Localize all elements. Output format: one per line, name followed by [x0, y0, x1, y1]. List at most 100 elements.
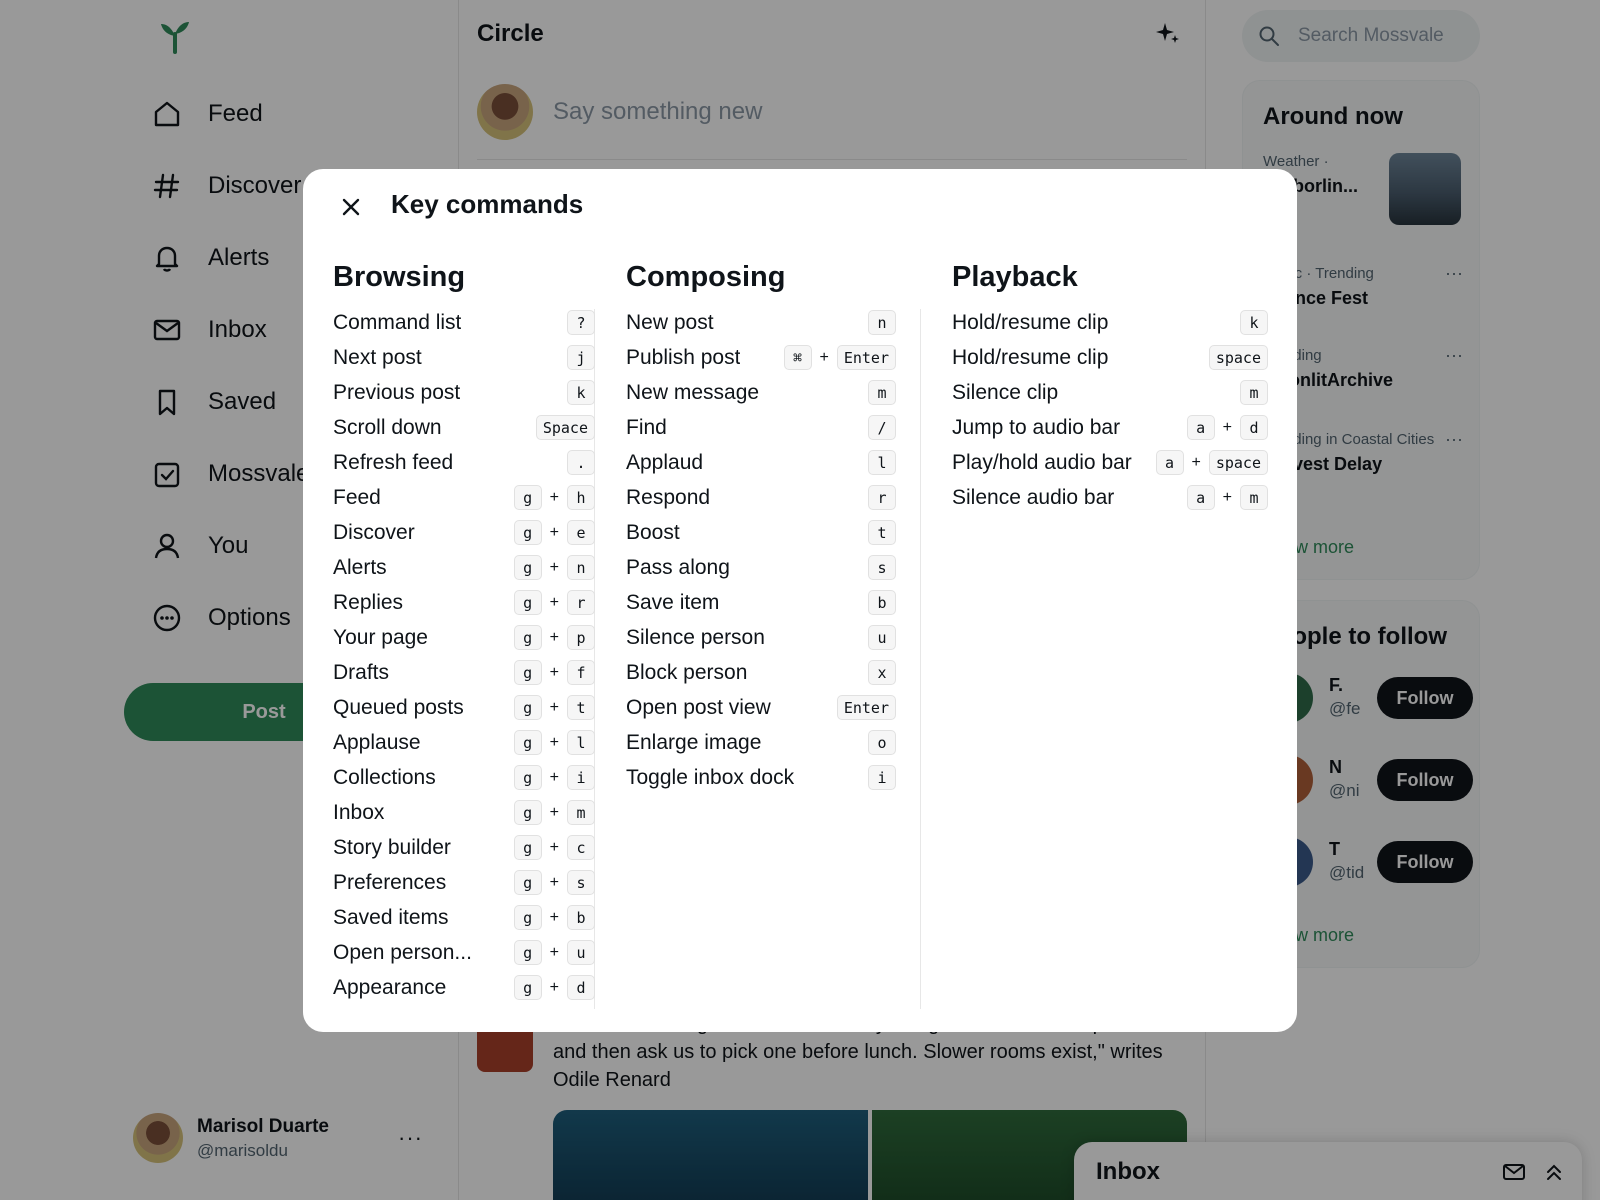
keycap: g: [513, 625, 542, 650]
key-plus: +: [549, 558, 559, 576]
keycap: i: [567, 765, 595, 790]
key-plus: +: [549, 803, 559, 821]
close-button[interactable]: [331, 187, 371, 227]
keycap: g: [513, 730, 542, 755]
section-title: Composing: [626, 261, 786, 293]
shortcut-label: Jump to audio bar: [952, 415, 1121, 439]
close-icon: [342, 198, 360, 216]
shortcut-keys: k: [567, 380, 595, 405]
key-plus: +: [549, 838, 559, 856]
key-plus: +: [549, 908, 559, 926]
keycap: a: [1186, 485, 1215, 510]
key-plus: +: [549, 978, 559, 996]
shortcut-row: Refresh feed.: [333, 445, 595, 480]
shortcut-label: Open person...: [333, 940, 472, 964]
shortcut-keys: Enter: [836, 695, 896, 720]
shortcut-label: Applause: [333, 730, 421, 754]
shortcut-row: Boost t: [626, 515, 896, 550]
keycap: Space: [535, 415, 595, 440]
shortcut-row: New post n: [626, 305, 896, 340]
shortcut-row: Discover g + e: [333, 515, 595, 550]
shortcut-row: Open person... g + u: [333, 935, 595, 970]
shortcut-label: Saved items: [333, 905, 449, 929]
playback-section: Playback Hold/resume clip k Hold/resume cli…: [952, 261, 1268, 515]
keycap: g: [513, 905, 542, 930]
shortcut-row: New message m: [626, 375, 896, 410]
shortcut-label: Alerts: [333, 555, 387, 579]
shortcut-keys: ⌘ + Enter: [783, 345, 896, 370]
shortcut-label: Play/hold audio bar: [952, 450, 1132, 474]
keycap: .: [567, 450, 595, 475]
shortcut-keys: a + space: [1155, 450, 1268, 475]
shortcut-label: Open post view: [626, 695, 771, 719]
key-plus: +: [549, 488, 559, 506]
key-plus: +: [1191, 453, 1201, 471]
shortcut-row: Replies g + r: [333, 585, 595, 620]
shortcut-row: Story builder g + c: [333, 830, 595, 865]
shortcut-row: Command list?: [333, 305, 595, 340]
shortcut-keys: j: [567, 345, 595, 370]
shortcut-keys: ?: [567, 310, 595, 335]
shortcut-keys: .: [567, 450, 595, 475]
shortcut-row: Find /: [626, 410, 896, 445]
shortcut-keys: a + m: [1186, 485, 1268, 510]
key-plus: +: [549, 768, 559, 786]
key-plus: +: [549, 873, 559, 891]
keycap: l: [567, 730, 595, 755]
shortcut-label: Silence audio bar: [952, 485, 1115, 509]
shortcut-row: Queued posts g + t: [333, 690, 595, 725]
keycap: g: [513, 975, 542, 1000]
keycap: m: [567, 800, 595, 825]
keycap: p: [567, 625, 595, 650]
shortcut-label: Story builder: [333, 835, 451, 859]
shortcut-row: Toggle inbox dock i: [626, 760, 896, 795]
keycap: t: [567, 695, 595, 720]
keycap: u: [868, 625, 896, 650]
keycap: m: [868, 380, 896, 405]
key-plus: +: [549, 698, 559, 716]
shortcut-row: Respond r: [626, 480, 896, 515]
shortcut-label: Replies: [333, 590, 404, 614]
shortcut-row: Pass along s: [626, 550, 896, 585]
keycap: i: [868, 765, 896, 790]
shortcut-row: Silence person u: [626, 620, 896, 655]
keycap: a: [1155, 450, 1184, 475]
shortcut-row: Save item b: [626, 585, 896, 620]
shortcut-label: Next post: [333, 345, 422, 369]
keycap: o: [868, 730, 896, 755]
keycap: Enter: [836, 695, 896, 720]
keycap: l: [868, 450, 896, 475]
shortcut-keys: g + t: [513, 695, 595, 720]
keycap: t: [868, 520, 896, 545]
keycap: f: [567, 660, 595, 685]
shortcut-keys: g + d: [513, 975, 595, 1000]
key-plus: +: [549, 593, 559, 611]
shortcut-keys: g + h: [513, 485, 595, 510]
shortcut-label: Inbox: [333, 800, 385, 824]
keycap: space: [1208, 450, 1268, 475]
keycap: j: [567, 345, 595, 370]
shortcut-row: Next post j: [333, 340, 595, 375]
shortcut-keys: a + d: [1186, 415, 1268, 440]
shortcut-row: Open post view Enter: [626, 690, 896, 725]
key-plus: +: [549, 523, 559, 541]
shortcut-keys: u: [868, 625, 896, 650]
shortcut-row: Collections g + i: [333, 760, 595, 795]
keycap: r: [868, 485, 896, 510]
shortcut-keys: r: [868, 485, 896, 510]
keycap: g: [513, 940, 542, 965]
shortcut-keys: g + i: [513, 765, 595, 790]
key-plus: +: [819, 348, 829, 366]
shortcut-label: New message: [626, 380, 760, 404]
shortcut-label: Previous post: [333, 380, 461, 404]
shortcut-keys: n: [868, 310, 896, 335]
column-divider: [920, 309, 921, 1009]
shortcut-keys: l: [868, 450, 896, 475]
keycap: k: [567, 380, 595, 405]
keycap: g: [513, 695, 542, 720]
shortcut-keys: m: [868, 380, 896, 405]
keycap: g: [513, 870, 542, 895]
keycap: g: [513, 765, 542, 790]
shortcut-label: Hold/resume clip: [952, 345, 1109, 369]
shortcut-row: Applaud l: [626, 445, 896, 480]
